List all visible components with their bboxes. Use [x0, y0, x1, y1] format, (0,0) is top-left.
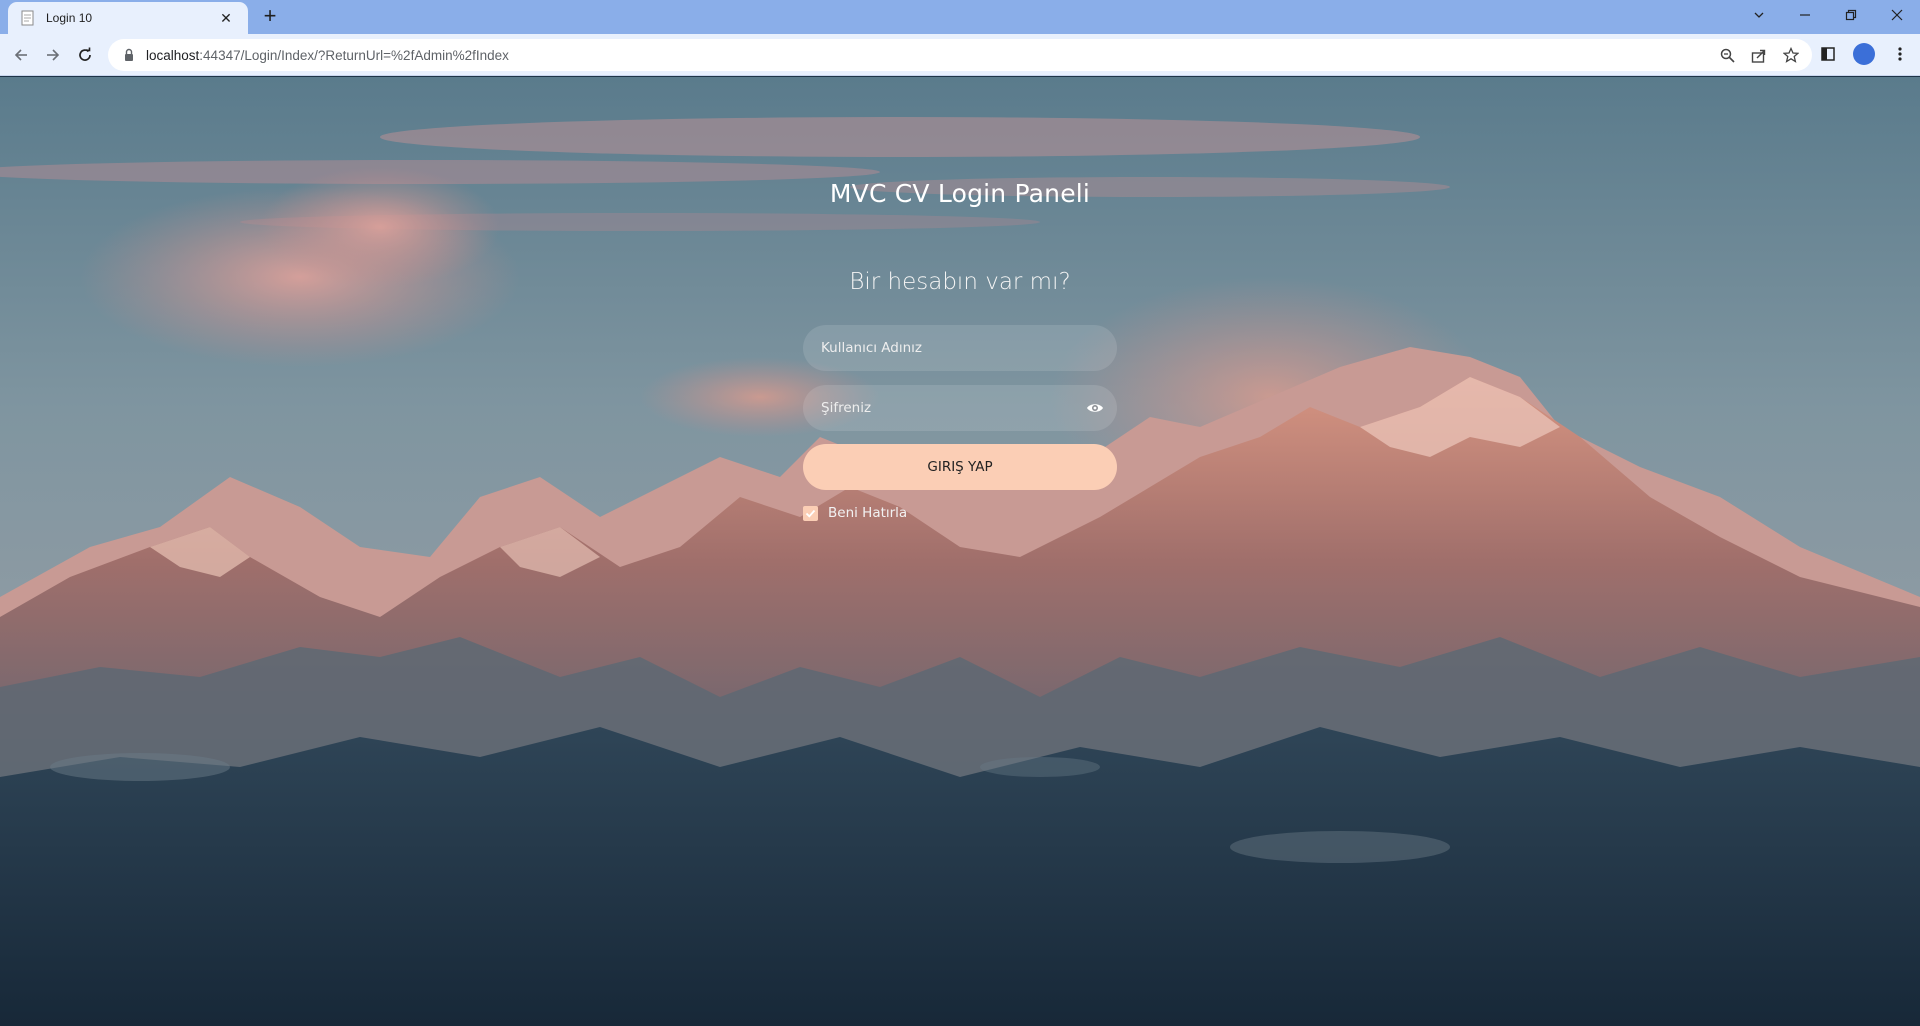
- forward-arrow-icon[interactable]: [40, 42, 66, 68]
- remember-me-label: Beni Hatırla: [828, 505, 908, 521]
- restore-icon[interactable]: [1828, 0, 1874, 30]
- page-title: MVC CV Login Paneli: [829, 179, 1091, 208]
- browser-tab[interactable]: Login 10 ✕: [8, 2, 248, 34]
- page-favicon-icon: [21, 10, 34, 26]
- url-path: :44347/Login/Index/?ReturnUrl=%2fAdmin%2…: [199, 47, 509, 63]
- username-input[interactable]: [803, 325, 1117, 371]
- tab-title: Login 10: [46, 11, 93, 25]
- browser-tabstrip: Login 10 ✕ +: [0, 0, 1920, 34]
- menu-icon[interactable]: [1888, 42, 1912, 66]
- zoom-icon[interactable]: [1718, 46, 1736, 64]
- checkbox-icon[interactable]: [803, 505, 818, 521]
- star-icon[interactable]: [1782, 46, 1800, 64]
- address-bar[interactable]: localhost:44347/Login/Index/?ReturnUrl=%…: [108, 39, 1812, 71]
- tab-search-icon[interactable]: [1736, 0, 1782, 30]
- profile-avatar[interactable]: [1852, 42, 1876, 66]
- side-panel-icon[interactable]: [1816, 42, 1840, 66]
- url-host: localhost: [146, 47, 200, 63]
- window-controls: [1736, 0, 1920, 30]
- new-tab-button[interactable]: +: [258, 4, 282, 28]
- share-icon[interactable]: [1750, 46, 1768, 64]
- reload-icon[interactable]: [72, 42, 98, 68]
- close-window-icon[interactable]: [1874, 0, 1920, 30]
- url-text[interactable]: localhost:44347/Login/Index/?ReturnUrl=%…: [146, 48, 1718, 63]
- minimize-icon[interactable]: [1782, 0, 1828, 30]
- lock-icon[interactable]: [122, 48, 136, 62]
- password-input[interactable]: [803, 385, 1117, 431]
- login-button[interactable]: GIRIŞ YAP: [803, 444, 1117, 490]
- browser-toolbar: localhost:44347/Login/Index/?ReturnUrl=%…: [0, 34, 1920, 76]
- tab-close-icon[interactable]: ✕: [216, 10, 236, 27]
- back-arrow-icon[interactable]: [8, 42, 34, 68]
- login-panel: MVC CV Login Paneli Bir hesabın var mı? …: [0, 77, 1920, 1026]
- show-password-icon[interactable]: [1086, 399, 1104, 417]
- login-subtitle: Bir hesabın var mı?: [849, 269, 1071, 295]
- remember-me-checkbox[interactable]: Beni Hatırla: [803, 505, 907, 521]
- page-viewport: MVC CV Login Paneli Bir hesabın var mı? …: [0, 77, 1920, 1026]
